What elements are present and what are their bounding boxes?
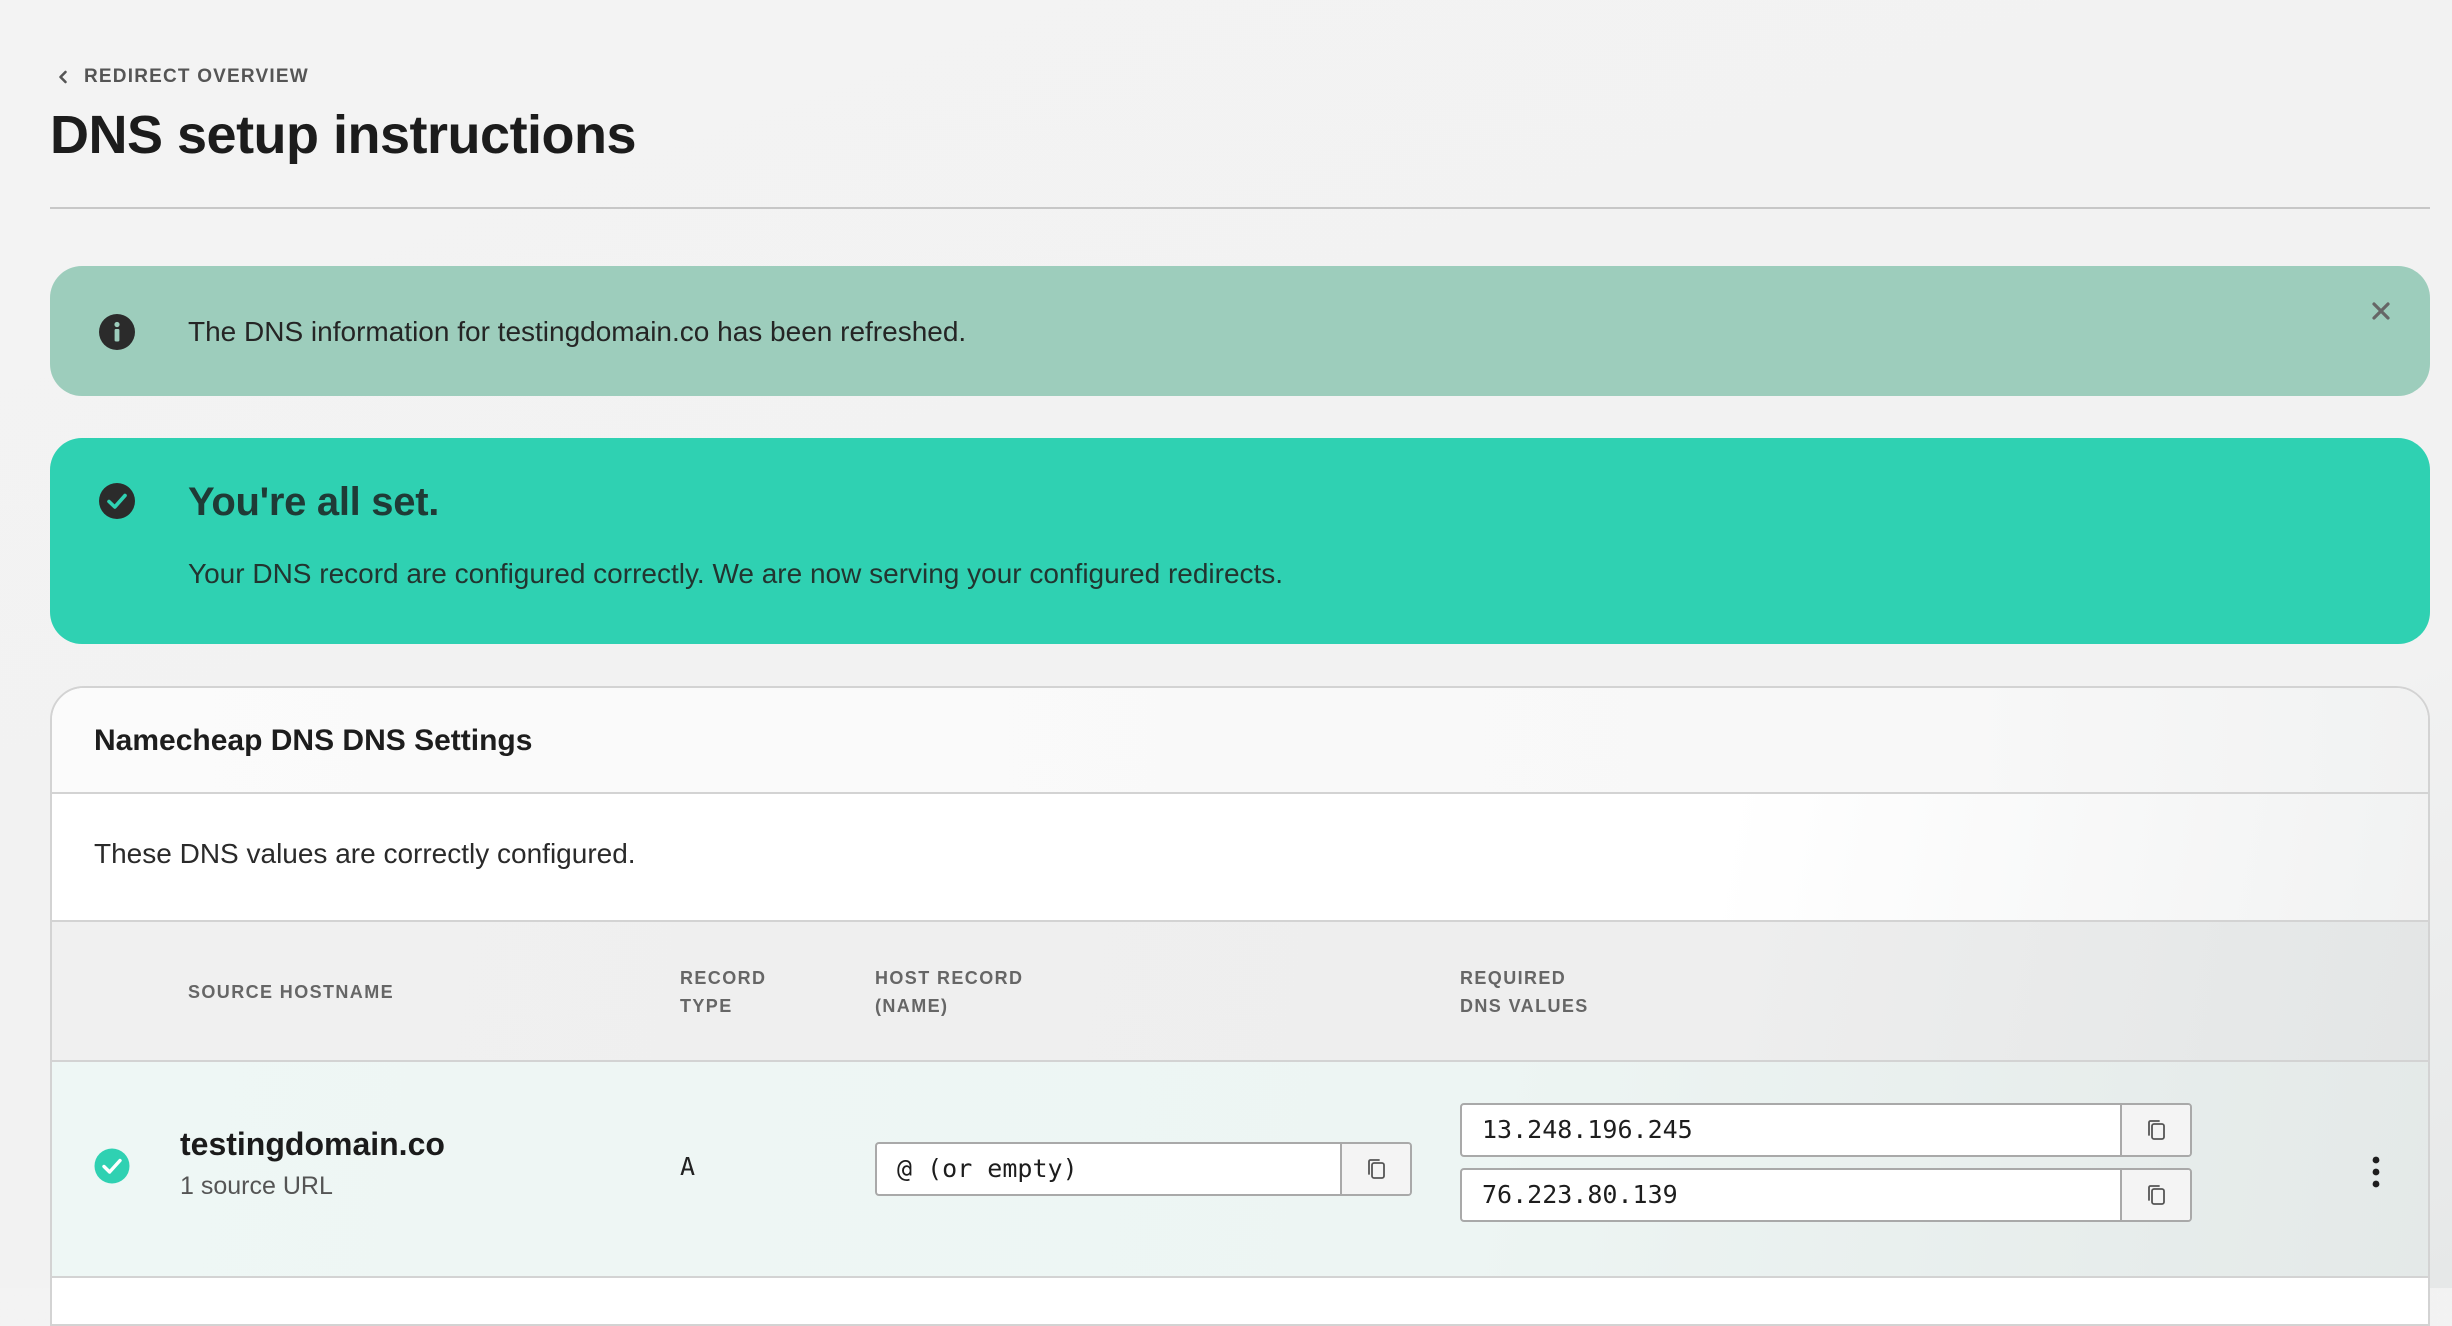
column-header-host-record: HOST RECORD (NAME) — [875, 968, 1024, 1016]
breadcrumb-label[interactable]: REDIRECT OVERVIEW — [84, 66, 309, 88]
dns-value-1[interactable]: 13.248.196.245 — [1462, 1105, 2120, 1155]
panel-header: Namecheap DNS DNS Settings — [52, 688, 2428, 794]
record-type: A — [680, 1152, 696, 1181]
copy-dns-value-1-button[interactable] — [2120, 1105, 2190, 1155]
dns-value-2[interactable]: 76.223.80.139 — [1462, 1170, 2120, 1220]
column-header-record-type: RECORD TYPE — [680, 968, 767, 1016]
column-header-required-dns-values: REQUIRED DNS VALUES — [1460, 968, 1589, 1016]
copy-host-record-button[interactable] — [1340, 1144, 1410, 1194]
success-banner: You're all set. Your DNS record are conf… — [50, 438, 2430, 644]
copy-icon — [1368, 1159, 1385, 1179]
page-title: DNS setup instructions — [50, 105, 637, 165]
breadcrumb[interactable]: REDIRECT OVERVIEW — [56, 66, 309, 88]
copy-dns-value-2-button[interactable] — [2120, 1170, 2190, 1220]
notice-message: The DNS information for testingdomain.co… — [188, 316, 967, 347]
dns-value-field-1[interactable]: 13.248.196.245 — [1460, 1103, 2192, 1157]
panel-status-message: These DNS values are correctly configure… — [94, 838, 636, 869]
success-message: Your DNS record are configured correctly… — [188, 558, 1284, 589]
info-icon — [99, 314, 135, 350]
table-header: SOURCE HOSTNAME RECORD TYPE HOST RECORD … — [52, 922, 2428, 1062]
host-record-field[interactable]: @ (or empty) — [875, 1142, 1412, 1196]
success-title: You're all set. — [188, 480, 440, 524]
column-header-source-hostname: SOURCE HOSTNAME — [188, 982, 395, 1002]
close-icon[interactable] — [2368, 298, 2394, 324]
dns-settings-panel: Namecheap DNS DNS Settings These DNS val… — [50, 686, 2430, 1326]
chevron-left-icon — [59, 70, 67, 84]
host-record-value[interactable]: @ (or empty) — [877, 1144, 1340, 1194]
dns-value-field-2[interactable]: 76.223.80.139 — [1460, 1168, 2192, 1222]
panel-title: Namecheap DNS DNS Settings — [94, 724, 533, 757]
copy-icon — [2148, 1185, 2165, 1205]
source-hostname: testingdomain.co — [180, 1126, 445, 1162]
source-url-count: 1 source URL — [180, 1172, 333, 1200]
refresh-notice: The DNS information for testingdomain.co… — [50, 266, 2430, 396]
divider — [50, 207, 2430, 209]
copy-icon — [2148, 1120, 2165, 1140]
more-options-icon[interactable] — [2364, 1154, 2388, 1190]
check-circle-icon — [94, 1148, 130, 1184]
panel-status: These DNS values are correctly configure… — [52, 794, 2428, 922]
check-circle-icon — [99, 483, 135, 519]
table-row: testingdomain.co 1 source URL A @ (or em… — [52, 1062, 2428, 1278]
